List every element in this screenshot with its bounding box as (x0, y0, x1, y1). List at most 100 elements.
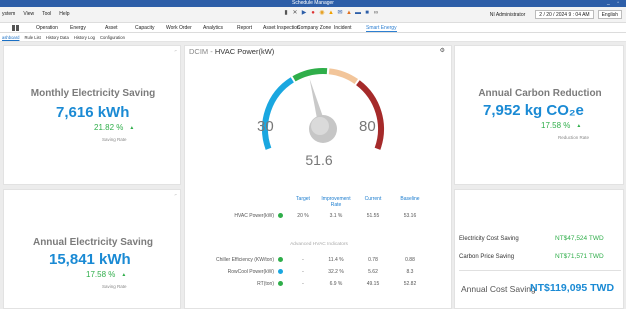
row-label: RowCool Power(kW) (227, 269, 274, 275)
row-baseline: 8.3 (406, 269, 414, 275)
nav-capacity[interactable]: Capacity (135, 25, 154, 31)
carbon-reduction-card: Annual Carbon Reduction 7,952 kg CO₂e 17… (454, 45, 624, 185)
row-baseline: 53.16 (403, 213, 417, 219)
row-improvement: 32.2 % (328, 269, 344, 275)
hvac-power-panel: DCIM - HVAC Power(kW) ⚙ 30 80 51.6 Targe… (184, 45, 452, 309)
app-window: Schedule Manager _ ▫ ystem View Tool Hel… (0, 0, 626, 309)
advanced-indicators-label: Advanced HVAC Indicators (290, 242, 348, 247)
gauge-arc-target (328, 68, 359, 85)
row-target: - (302, 281, 304, 287)
row-baseline: 52.82 (403, 281, 417, 287)
annual-saving-title: Annual Electricity Saving (32, 237, 154, 248)
menu-help[interactable]: Help (59, 11, 69, 17)
chat-icon[interactable]: ▬ (355, 10, 361, 16)
menu-bar: ystem View Tool Help ▮ ✕ ▶ ● ◉ ▲ ✉ ▲ ▬ ■ ∞ NI Admi… (0, 7, 626, 23)
monthly-saving-card: ⌐ Monthly Electricity Saving 7,616 kWh 2… (3, 45, 181, 185)
row-current: 0.78 (368, 257, 378, 263)
menu-tool[interactable]: Tool (42, 11, 51, 17)
toolbar-icons: ▮ ✕ ▶ ● ◉ ▲ ✉ ▲ ▬ ■ ∞ (283, 10, 379, 16)
cost-saving-card: Electricity Cost Saving NT$47,524 TWD Ca… (454, 189, 624, 309)
menu-view[interactable]: View (23, 11, 34, 17)
info-icon[interactable]: ■ (364, 10, 370, 16)
tab-history-data[interactable]: History Data (46, 35, 69, 40)
language-select[interactable]: English (597, 10, 622, 19)
nav-asset[interactable]: Asset (105, 25, 118, 31)
row-current: 51.55 (366, 213, 380, 219)
carbon-title: Annual Carbon Reduction (478, 88, 602, 99)
status-dot-icon (278, 281, 283, 286)
gauge-arc-mid (292, 67, 328, 82)
monthly-saving-rate-label: Saving Rate (102, 137, 127, 142)
nav-incident[interactable]: Incident (334, 25, 352, 31)
nav-smart-energy[interactable]: Smart Energy (366, 25, 397, 32)
row-improvement: 3.1 % (329, 213, 343, 219)
play-icon[interactable]: ▶ (301, 10, 307, 16)
window-controls[interactable]: _ ▫ (607, 0, 622, 7)
datetime-field[interactable]: 2 / 20 / 2024 9 : 04 AM (535, 10, 594, 19)
menu-items: ystem View Tool Help (2, 11, 70, 17)
annual-saving-card: ⌐ Annual Electricity Saving 15,841 kWh 1… (3, 189, 181, 309)
collapse-icon[interactable]: ⌐ (175, 192, 177, 197)
row-improvement: 11.4 % (328, 257, 344, 263)
row-current: 5.62 (368, 269, 378, 275)
warning-icon[interactable]: ▲ (328, 10, 334, 16)
signal-icon[interactable]: ◉ (319, 10, 325, 16)
trend-up-icon: ▲ (129, 125, 135, 131)
row-current: 49.15 (366, 281, 380, 287)
nav-asset-inspection[interactable]: Asset Inspection (263, 25, 300, 31)
alert-icon[interactable]: ▲ (346, 10, 352, 16)
row-target: - (302, 257, 304, 263)
col-improvement-rate: Improvement Rate (321, 196, 351, 208)
trend-up-icon: ▲ (121, 272, 127, 278)
total-cost-value: NT$119,095 TWD (530, 282, 615, 294)
tab-rule-list[interactable]: Rule List (24, 35, 40, 40)
carbon-price-value: NT$71,571 TWD (555, 253, 604, 260)
monthly-saving-rate: 21.82 % ▲ (94, 123, 134, 132)
tab-history-log[interactable]: History Log (74, 35, 95, 40)
carbon-value: 7,952 kg CO₂e (483, 102, 584, 119)
nav-company-zone[interactable]: Company Zone (297, 25, 331, 31)
row-target: 20 % (297, 213, 309, 219)
mail-icon[interactable]: ✉ (337, 10, 343, 16)
user-area: NI Administrator 2 / 20 / 2024 9 : 04 AM… (490, 10, 622, 19)
nav-work-order[interactable]: Work Order (166, 25, 192, 31)
tab-configuration[interactable]: Configuration (100, 35, 125, 40)
annual-saving-rate: 17.58 % ▲ (86, 270, 126, 279)
divider (459, 270, 621, 271)
monthly-saving-title: Monthly Electricity Saving (30, 88, 156, 99)
sub-tabs: ashboard Rule List History Data History … (0, 33, 626, 42)
title-bar: Schedule Manager _ ▫ (0, 0, 626, 7)
shuffle-icon[interactable]: ✕ (292, 10, 298, 16)
col-target: Target (296, 196, 310, 202)
gauge-arc-high (356, 80, 384, 150)
annual-saving-value: 15,841 kWh (49, 251, 131, 268)
row-baseline: 0.88 (405, 257, 415, 263)
nav-analytics[interactable]: Analytics (203, 25, 223, 31)
window-title: Schedule Manager (292, 0, 334, 6)
carbon-rate-text: 17.58 % (541, 121, 571, 130)
collapse-icon[interactable]: ⌐ (175, 48, 177, 53)
status-dot-icon (278, 257, 283, 262)
module-nav: Operation Energy Asset Capacity Work Ord… (0, 23, 626, 33)
tab-dashboard[interactable]: ashboard (2, 35, 19, 40)
app-grid-icon[interactable] (12, 25, 19, 31)
record-icon[interactable]: ● (310, 10, 316, 16)
gauge-max-label: 80 (359, 118, 376, 135)
row-target: - (302, 269, 304, 275)
user-name: NI Administrator (489, 11, 526, 18)
mic-icon[interactable]: ▮ (283, 10, 289, 16)
annual-saving-rate-text: 17.58 % (86, 270, 116, 279)
total-cost-label: Annual Cost Saving (461, 284, 536, 294)
status-dot-icon (278, 213, 283, 218)
menu-system[interactable]: ystem (2, 11, 15, 17)
nav-report[interactable]: Report (237, 25, 252, 31)
nav-energy[interactable]: Energy (70, 25, 86, 31)
gauge-hub-highlight (311, 117, 329, 135)
gauge-value: 51.6 (305, 152, 333, 168)
row-improvement: 6.9 % (329, 281, 343, 287)
status-dot-icon (278, 269, 283, 274)
link-icon[interactable]: ∞ (373, 10, 379, 16)
carbon-price-label: Carbon Price Saving (459, 254, 515, 260)
carbon-rate-label: Reduction Rate (558, 135, 590, 140)
nav-operation[interactable]: Operation (36, 25, 58, 31)
